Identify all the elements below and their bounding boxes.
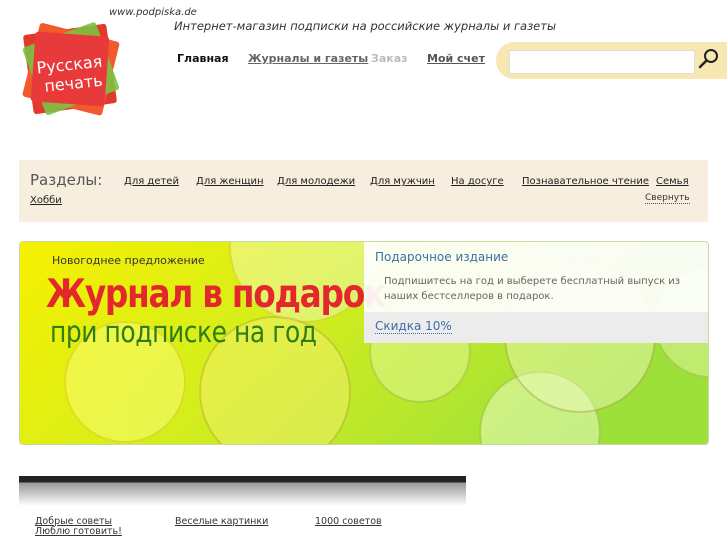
- search-bar: [496, 42, 727, 79]
- offer-panel: Подарочное издание Подпишитесь на год и …: [364, 242, 708, 343]
- offer-footer: Скидка 10%: [364, 312, 708, 343]
- search-input[interactable]: [509, 50, 695, 74]
- promo-headline: Журнал в подарок: [46, 272, 386, 317]
- section-link-family[interactable]: Семья: [656, 176, 689, 187]
- nav-home[interactable]: Главная: [177, 52, 229, 65]
- nav-order: Заказ: [371, 52, 408, 65]
- collapse-link[interactable]: Свернуть: [645, 193, 690, 204]
- nav-magazines[interactable]: Журналы и газеты: [248, 52, 368, 65]
- section-link-women[interactable]: Для женщин: [196, 176, 264, 187]
- promo-banner[interactable]: Новогоднее предложение Журнал в подарок …: [19, 241, 709, 445]
- section-link-leisure[interactable]: На досуге: [451, 176, 504, 187]
- nav-account[interactable]: Мой счет: [427, 52, 485, 65]
- section-link-youth[interactable]: Для молодежи: [277, 176, 355, 187]
- discount-link[interactable]: Скидка 10%: [375, 319, 452, 334]
- offer-description: Подпишитесь на год и выберете бесплатный…: [384, 276, 681, 302]
- promo-kicker: Новогоднее предложение: [52, 254, 205, 267]
- footer-link-1000-tips[interactable]: 1000 советов: [315, 516, 382, 527]
- tagline: Интернет-магазин подписки на российские …: [174, 19, 557, 33]
- footer-link-pictures[interactable]: Веселые картинки: [175, 516, 268, 527]
- content-divider: [19, 476, 466, 506]
- section-link-men[interactable]: Для мужчин: [370, 176, 435, 187]
- site-url: www.podpiska.de: [109, 7, 197, 18]
- search-button[interactable]: [696, 46, 722, 72]
- offer-title-link[interactable]: Подарочное издание: [375, 250, 508, 264]
- section-link-educational[interactable]: Познавательное чтение: [522, 176, 649, 187]
- footer-link-cooking[interactable]: Люблю готовить!: [35, 526, 122, 537]
- section-link-kids[interactable]: Для детей: [124, 176, 179, 187]
- logo[interactable]: Русская печать: [20, 20, 120, 118]
- promo-subline: при подписке на год: [50, 315, 317, 349]
- sections-title: Разделы:: [30, 171, 103, 189]
- sections-bar: Разделы: Для детей Для женщин Для молоде…: [19, 160, 708, 222]
- section-link-hobby[interactable]: Хобби: [30, 195, 62, 206]
- search-icon: [698, 49, 718, 69]
